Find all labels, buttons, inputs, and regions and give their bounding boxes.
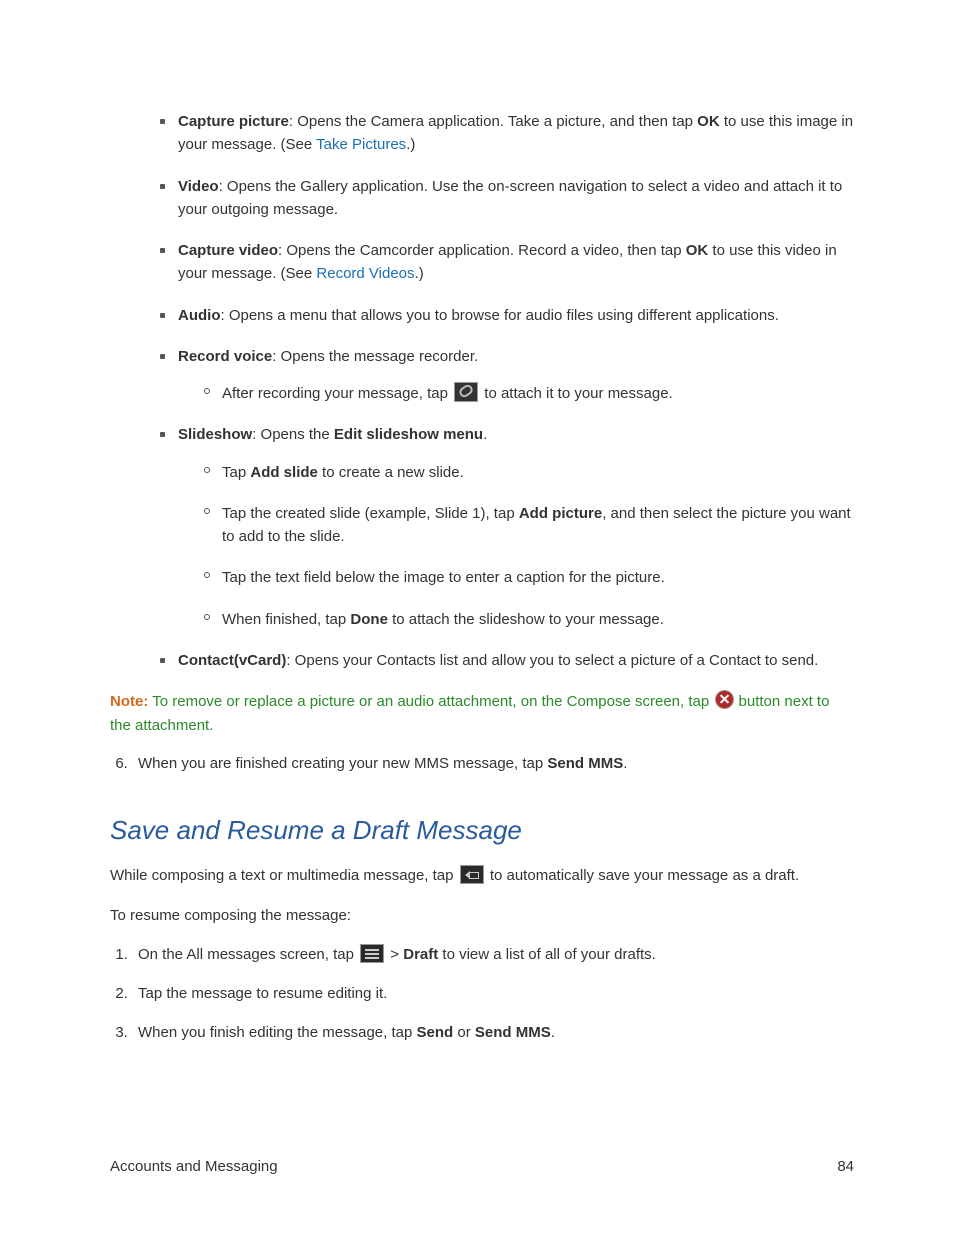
slideshow-sub-item: When finished, tap Done to attach the sl… (204, 608, 854, 631)
step-text: to view a list of all of your drafts. (438, 946, 656, 963)
add-picture-label: Add picture (519, 505, 602, 522)
add-slide-label: Add slide (250, 464, 318, 481)
intro-text: to automatically save your message as a … (486, 867, 799, 884)
resume-step-2: Tap the message to resume editing it. (132, 982, 854, 1005)
option-video: Video: Opens the Gallery application. Us… (160, 175, 854, 222)
sub-text: to create a new slide. (318, 464, 464, 481)
sub-text: to attach it to your message. (480, 385, 673, 402)
option-text: .) (415, 265, 424, 282)
ok-label: OK (686, 242, 709, 259)
slideshow-sub-item: Tap Add slide to create a new slide. (204, 461, 854, 484)
page-number: 84 (837, 1158, 854, 1175)
option-audio: Audio: Opens a menu that allows you to b… (160, 304, 854, 327)
slideshow-sub-item: Tap the created slide (example, Slide 1)… (204, 502, 854, 549)
step-6: When you are finished creating your new … (132, 752, 854, 775)
edit-slideshow-menu-label: Edit slideshow menu (334, 426, 483, 443)
option-label: Audio (178, 307, 221, 324)
option-text: .) (406, 136, 415, 153)
option-text: . (483, 426, 487, 443)
document-page: Capture picture: Opens the Camera applic… (0, 0, 954, 1235)
ok-label: OK (697, 113, 720, 130)
draft-label: Draft (403, 946, 438, 963)
page-footer: Accounts and Messaging 84 (110, 1158, 854, 1175)
record-voice-sub-item: After recording your message, tap to att… (204, 382, 854, 405)
option-label: Contact(vCard) (178, 652, 286, 669)
resume-steps-list: On the All messages screen, tap > Draft … (110, 943, 854, 1045)
option-text: : Opens the Camera application. Take a p… (289, 113, 697, 130)
option-capture-video: Capture video: Opens the Camcorder appli… (160, 239, 854, 286)
intro-text: While composing a text or multimedia mes… (110, 867, 458, 884)
section-heading-save-resume-draft: Save and Resume a Draft Message (110, 815, 854, 846)
record-voice-sublist: After recording your message, tap to att… (178, 382, 854, 405)
sub-text: Tap the text field below the image to en… (222, 569, 665, 586)
option-label: Record voice (178, 348, 272, 365)
step-text: When you finish editing the message, tap (138, 1024, 417, 1041)
take-pictures-link[interactable]: Take Pictures (316, 136, 406, 153)
option-text: : Opens the message recorder. (272, 348, 478, 365)
option-capture-picture: Capture picture: Opens the Camera applic… (160, 110, 854, 157)
option-text: : Opens your Contacts list and allow you… (286, 652, 818, 669)
send-label: Send (417, 1024, 454, 1041)
attachment-options-list: Capture picture: Opens the Camera applic… (110, 110, 854, 672)
draft-intro: While composing a text or multimedia mes… (110, 864, 854, 887)
step-text: . (551, 1024, 555, 1041)
done-label: Done (350, 611, 388, 628)
step-text: or (453, 1024, 475, 1041)
record-videos-link[interactable]: Record Videos (316, 265, 414, 282)
footer-section-title: Accounts and Messaging (110, 1158, 278, 1175)
option-text: : Opens a menu that allows you to browse… (221, 307, 779, 324)
attach-icon (454, 382, 478, 402)
remove-icon (715, 690, 734, 709)
resume-intro: To resume composing the message: (110, 904, 854, 927)
resume-step-3: When you finish editing the message, tap… (132, 1021, 854, 1044)
note-text: To remove or replace a picture or an aud… (148, 693, 713, 710)
sub-text: When finished, tap (222, 611, 350, 628)
resume-step-1: On the All messages screen, tap > Draft … (132, 943, 854, 966)
option-label: Video (178, 178, 219, 195)
option-text: : Opens the Gallery application. Use the… (178, 178, 842, 218)
note-block: Note: To remove or replace a picture or … (110, 690, 854, 738)
sub-text: to attach the slideshow to your message. (388, 611, 664, 628)
slideshow-sub-item: Tap the text field below the image to en… (204, 566, 854, 589)
step-text: > (386, 946, 403, 963)
step-text: Tap the message to resume editing it. (138, 985, 387, 1002)
step-text: On the All messages screen, tap (138, 946, 358, 963)
sub-text: Tap (222, 464, 250, 481)
option-label: Capture video (178, 242, 278, 259)
menu-icon (360, 944, 384, 963)
option-label: Slideshow (178, 426, 252, 443)
send-mms-label: Send MMS (475, 1024, 551, 1041)
step-text: When you are finished creating your new … (138, 755, 547, 772)
option-record-voice: Record voice: Opens the message recorder… (160, 345, 854, 406)
step-text: . (623, 755, 627, 772)
sub-text: Tap the created slide (example, Slide 1)… (222, 505, 519, 522)
steps-list-continued: When you are finished creating your new … (110, 752, 854, 775)
option-text: : Opens the Camcorder application. Recor… (278, 242, 686, 259)
option-text: : Opens the (252, 426, 334, 443)
option-slideshow: Slideshow: Opens the Edit slideshow menu… (160, 423, 854, 631)
back-icon (460, 865, 484, 884)
note-label: Note: (110, 693, 148, 710)
send-mms-label: Send MMS (547, 755, 623, 772)
sub-text: After recording your message, tap (222, 385, 452, 402)
option-contact-vcard: Contact(vCard): Opens your Contacts list… (160, 649, 854, 672)
option-label: Capture picture (178, 113, 289, 130)
slideshow-sublist: Tap Add slide to create a new slide. Tap… (178, 461, 854, 631)
